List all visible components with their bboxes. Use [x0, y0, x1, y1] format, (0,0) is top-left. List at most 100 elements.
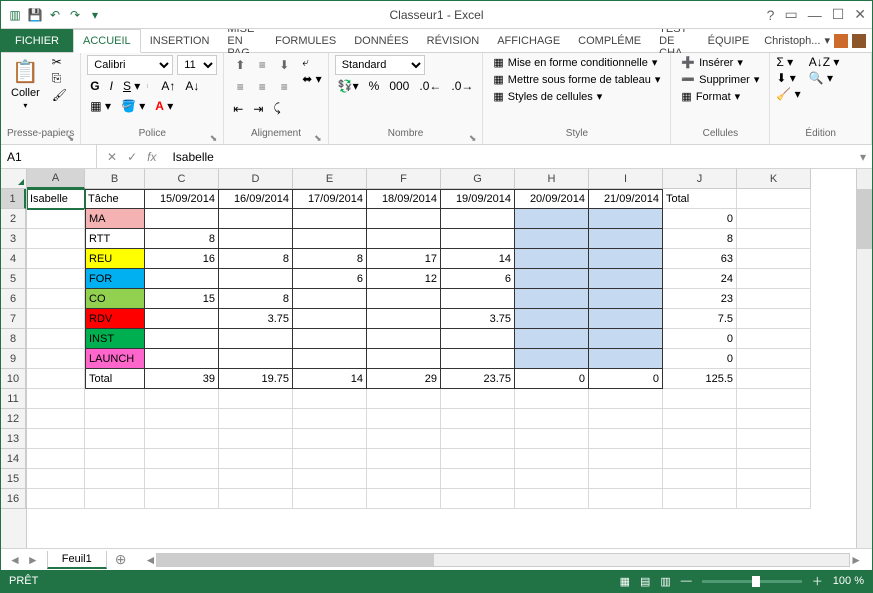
cell[interactable]: [441, 329, 515, 349]
cell[interactable]: [219, 429, 293, 449]
cell[interactable]: [293, 209, 367, 229]
cell[interactable]: [27, 369, 85, 389]
cell[interactable]: [219, 449, 293, 469]
zoom-out-icon[interactable]: ―: [681, 575, 692, 587]
cell[interactable]: 8: [219, 249, 293, 269]
cell[interactable]: [663, 409, 737, 429]
cell[interactable]: [737, 409, 811, 429]
cell[interactable]: [515, 489, 589, 509]
cell[interactable]: 6: [441, 269, 515, 289]
row-header[interactable]: 7: [1, 309, 26, 329]
cell[interactable]: [219, 469, 293, 489]
font-name-select[interactable]: Calibri: [87, 55, 173, 75]
cell[interactable]: [367, 389, 441, 409]
dialog-launcher-icon[interactable]: ⬊: [210, 133, 218, 144]
cell[interactable]: [293, 309, 367, 329]
name-box[interactable]: A1: [1, 145, 97, 168]
cell[interactable]: [737, 269, 811, 289]
delete-button[interactable]: ➖ Supprimer ▾: [677, 72, 763, 87]
cell[interactable]: 8: [293, 249, 367, 269]
row-header[interactable]: 16: [1, 489, 26, 509]
minimize-icon[interactable]: ―: [808, 7, 822, 23]
cell[interactable]: [589, 469, 663, 489]
horizontal-scrollbar[interactable]: ◄►: [134, 553, 872, 567]
cell[interactable]: [589, 449, 663, 469]
cell[interactable]: 125.5: [663, 369, 737, 389]
cell[interactable]: [293, 429, 367, 449]
dec-decimal-icon[interactable]: .0→: [448, 77, 476, 95]
cell[interactable]: Tâche: [85, 189, 145, 209]
cell[interactable]: [145, 329, 219, 349]
thousands-icon[interactable]: 000: [386, 77, 412, 95]
cell[interactable]: [737, 189, 811, 209]
row-header[interactable]: 9: [1, 349, 26, 369]
cell[interactable]: 16/09/2014: [219, 189, 293, 209]
cell[interactable]: [737, 249, 811, 269]
cell[interactable]: [737, 449, 811, 469]
cell[interactable]: [293, 349, 367, 369]
cell[interactable]: 15: [145, 289, 219, 309]
cell[interactable]: [737, 349, 811, 369]
cell[interactable]: [145, 269, 219, 289]
cell[interactable]: [441, 449, 515, 469]
conditional-format-button[interactable]: ▦ Mise en forme conditionnelle ▾: [489, 55, 664, 70]
cell[interactable]: 0: [663, 329, 737, 349]
cell[interactable]: [219, 209, 293, 229]
cell[interactable]: [293, 449, 367, 469]
cell[interactable]: [367, 309, 441, 329]
cell[interactable]: [293, 489, 367, 509]
cell[interactable]: 6: [293, 269, 367, 289]
cell[interactable]: [515, 289, 589, 309]
col-header[interactable]: D: [219, 169, 293, 189]
cell[interactable]: [85, 409, 145, 429]
cell[interactable]: [293, 409, 367, 429]
select-all-corner[interactable]: [1, 169, 27, 189]
row-header[interactable]: 8: [1, 329, 26, 349]
cell[interactable]: Isabelle: [27, 189, 85, 209]
maximize-icon[interactable]: ☐: [832, 6, 845, 23]
cell[interactable]: [27, 209, 85, 229]
cell[interactable]: [367, 229, 441, 249]
copy-icon[interactable]: ⎘: [52, 71, 67, 86]
cell[interactable]: [27, 449, 85, 469]
enter-icon[interactable]: ✓: [127, 150, 137, 164]
cell[interactable]: [515, 449, 589, 469]
cell[interactable]: [293, 229, 367, 249]
cancel-icon[interactable]: ✕: [107, 150, 117, 164]
font-size-select[interactable]: 11: [177, 55, 217, 75]
cell-styles-button[interactable]: ▦ Styles de cellules ▾: [489, 89, 664, 104]
cell[interactable]: [85, 469, 145, 489]
cell[interactable]: 14: [441, 249, 515, 269]
cell[interactable]: [663, 429, 737, 449]
row-header[interactable]: 3: [1, 229, 26, 249]
cell[interactable]: [145, 489, 219, 509]
cell[interactable]: 0: [589, 369, 663, 389]
cell[interactable]: [219, 389, 293, 409]
zoom-slider[interactable]: [702, 580, 802, 583]
cell[interactable]: [27, 249, 85, 269]
cell[interactable]: Total: [85, 369, 145, 389]
formula-bar[interactable]: Isabelle: [166, 150, 854, 164]
cell[interactable]: [293, 329, 367, 349]
cell[interactable]: 3.75: [219, 309, 293, 329]
cell[interactable]: [367, 349, 441, 369]
cell[interactable]: [219, 229, 293, 249]
cell[interactable]: [145, 309, 219, 329]
cell[interactable]: [737, 429, 811, 449]
cell[interactable]: [293, 469, 367, 489]
col-header[interactable]: B: [85, 169, 145, 189]
ribbon-options-icon[interactable]: ▭: [784, 6, 797, 23]
cell[interactable]: [737, 309, 811, 329]
cell[interactable]: 63: [663, 249, 737, 269]
align-bot-icon[interactable]: ⬇: [274, 55, 294, 75]
cell[interactable]: 21/09/2014: [589, 189, 663, 209]
cell[interactable]: [515, 469, 589, 489]
col-header[interactable]: I: [589, 169, 663, 189]
cell[interactable]: 29: [367, 369, 441, 389]
tab-equipe[interactable]: ÉQUIPE: [699, 29, 759, 52]
cell[interactable]: [515, 309, 589, 329]
cell[interactable]: [589, 489, 663, 509]
excel-icon[interactable]: ▥: [7, 7, 23, 23]
italic-button[interactable]: I: [107, 77, 116, 95]
cell[interactable]: [515, 429, 589, 449]
